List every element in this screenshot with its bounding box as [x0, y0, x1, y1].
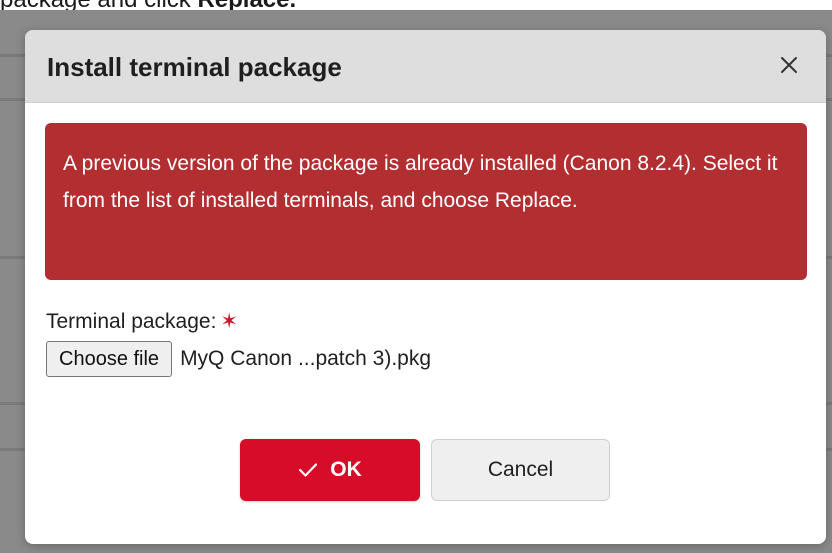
- terminal-package-label-text: Terminal package:: [46, 310, 217, 333]
- ok-button-label: OK: [330, 458, 362, 481]
- close-icon: [774, 56, 804, 74]
- selected-file-name: MyQ Canon ...patch 3).pkg: [180, 347, 432, 370]
- background-instruction-bold: Replace.: [197, 0, 296, 10]
- install-terminal-package-dialog: Install terminal package A previous vers…: [25, 30, 826, 544]
- checkmark-icon: [298, 462, 318, 478]
- background-instruction-text: package and click Replace.: [0, 0, 296, 10]
- background-instruction-plain: package and click: [0, 0, 197, 10]
- choose-file-button[interactable]: Choose file: [46, 341, 173, 377]
- dialog-header: Install terminal package: [25, 30, 826, 103]
- close-button[interactable]: [774, 50, 804, 80]
- terminal-package-label: Terminal package: ✶: [46, 309, 238, 335]
- required-marker: ✶: [220, 310, 239, 333]
- dialog-title: Install terminal package: [47, 52, 342, 82]
- background-instruction-strip: package and click Replace.: [0, 0, 832, 10]
- ok-button[interactable]: OK: [240, 439, 420, 501]
- file-input: Choose file MyQ Canon ...patch 3).pkg: [46, 341, 432, 377]
- cancel-button[interactable]: Cancel: [431, 439, 610, 501]
- error-alert: A previous version of the package is alr…: [45, 123, 807, 280]
